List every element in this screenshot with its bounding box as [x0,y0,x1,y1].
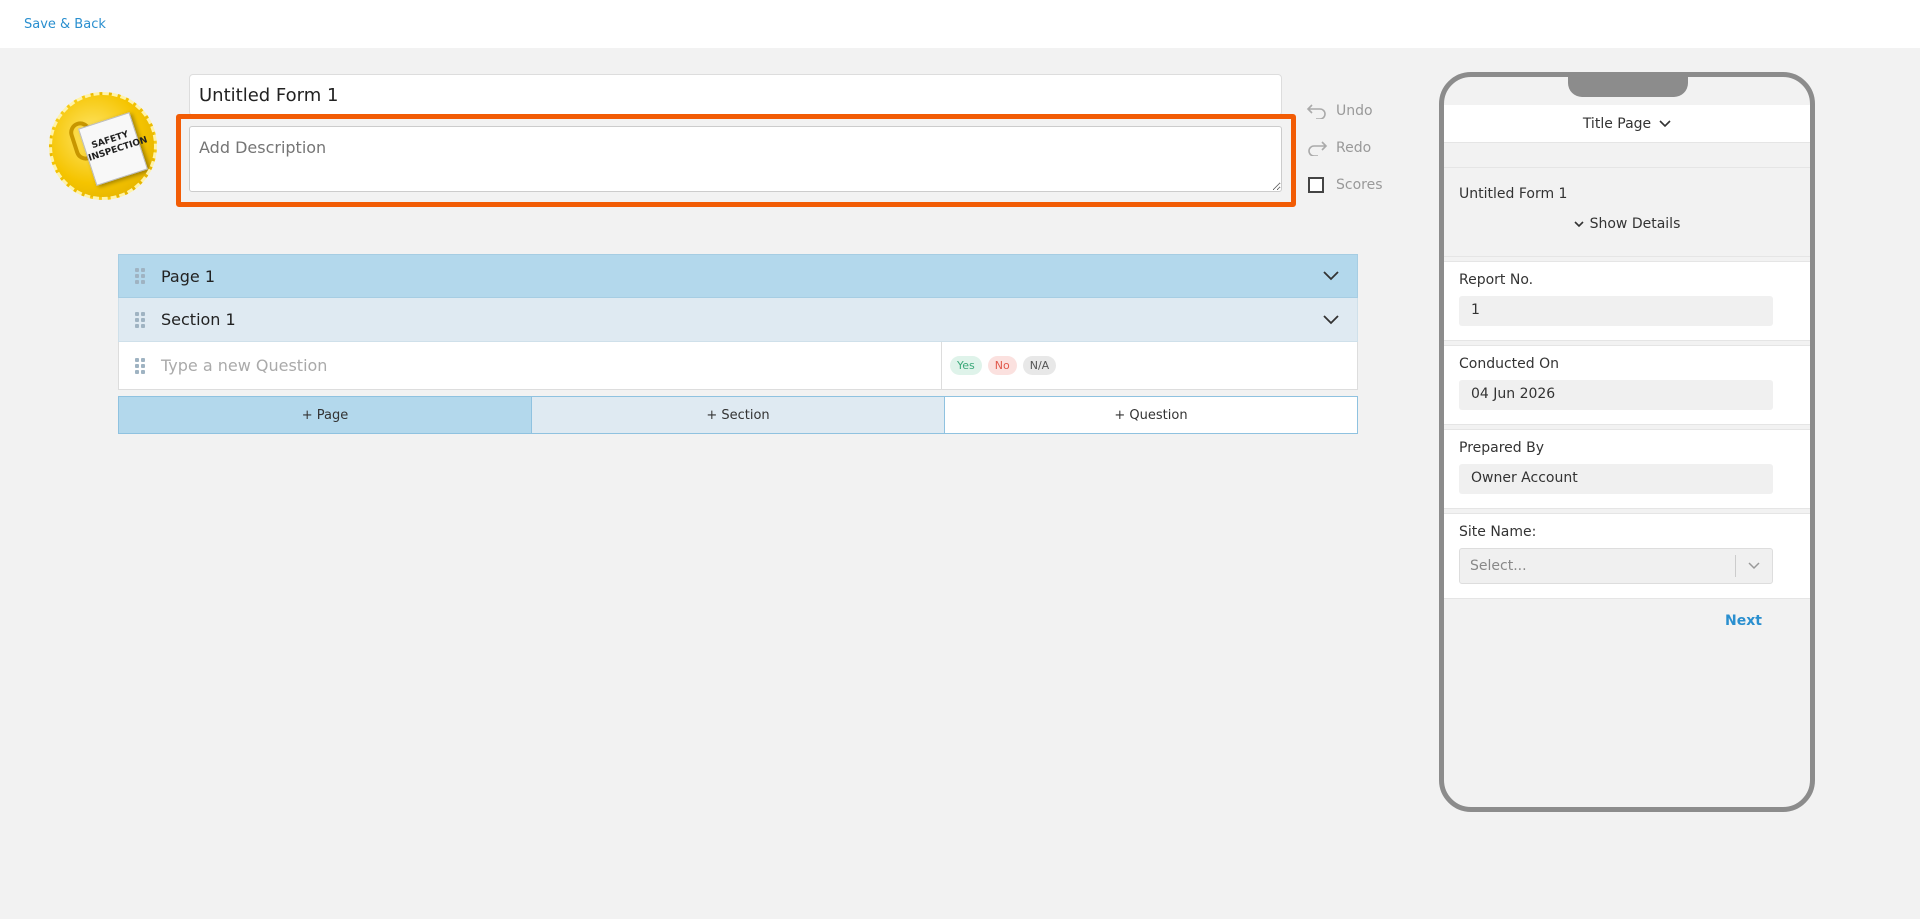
add-question-button[interactable]: + Question [944,397,1357,433]
conducted-on-label: Conducted On [1459,356,1560,372]
report-no-card: Report No. 1 [1444,261,1810,341]
prepared-by-card: Prepared By Owner Account [1444,429,1810,509]
scores-checkbox[interactable] [1308,176,1324,193]
prepared-by-field[interactable]: Owner Account [1459,464,1773,494]
redo-icon [1308,140,1328,156]
description-input[interactable] [189,126,1282,192]
drag-handle-icon[interactable] [135,268,145,284]
page-label[interactable]: Page 1 [161,267,1323,286]
prepared-by-label: Prepared By [1459,440,1545,456]
top-bar: Save & Back [0,0,1920,48]
preview-form-title: Untitled Form 1 [1459,186,1568,202]
redo-label: Redo [1336,139,1372,156]
site-name-label: Site Name: [1459,524,1537,540]
side-actions: Undo Redo Scores [1306,92,1383,203]
chevron-down-icon [1574,220,1584,227]
section-row[interactable]: Section 1 [118,298,1358,342]
preview-page-selector[interactable]: Title Page [1444,105,1810,143]
redo-button[interactable]: Redo [1306,129,1383,166]
conducted-on-card: Conducted On 04 Jun 2026 [1444,345,1810,425]
mobile-preview: Title Page Untitled Form 1 Show Details … [1439,72,1815,812]
chevron-down-icon [1659,119,1671,127]
drag-handle-icon[interactable] [135,311,145,328]
undo-icon [1306,103,1326,119]
save-back-link[interactable]: Save & Back [24,17,106,32]
form-title-input[interactable]: Untitled Form 1 [189,74,1282,116]
section-label[interactable]: Section 1 [161,310,1323,329]
preview-title-card: Untitled Form 1 Show Details [1444,167,1810,257]
form-logo[interactable]: SAFETY INSPECTION [49,92,157,200]
answer-na-badge: N/A [1022,356,1057,375]
phone-notch [1568,77,1688,97]
scores-toggle[interactable]: Scores [1306,166,1383,203]
show-details-toggle[interactable]: Show Details [1459,216,1795,232]
preview-page-title: Title Page [1582,115,1652,132]
preview-next-button[interactable]: Next [1725,613,1762,629]
show-details-label: Show Details [1589,216,1681,232]
response-set[interactable]: Yes No N/A [941,341,1357,390]
page-row[interactable]: Page 1 [118,254,1358,298]
report-no-label: Report No. [1459,272,1534,288]
logo-paper: SAFETY INSPECTION [78,112,149,186]
site-name-placeholder: Select... [1470,558,1527,574]
form-builder: Page 1 Section 1 Type a new Question Yes… [118,254,1358,434]
add-page-button[interactable]: + Page [119,397,531,433]
add-section-button[interactable]: + Section [531,397,944,433]
undo-button[interactable]: Undo [1306,92,1383,129]
drag-handle-icon[interactable] [135,357,145,374]
undo-label: Undo [1336,102,1373,119]
question-row: Type a new Question Yes No N/A [118,341,1358,390]
answer-no-badge: No [987,356,1017,375]
chevron-down-icon [1736,562,1772,570]
conducted-on-field[interactable]: 04 Jun 2026 [1459,380,1773,410]
add-bar: + Page + Section + Question [118,396,1358,434]
question-input[interactable]: Type a new Question [161,356,941,375]
scores-label: Scores [1336,176,1383,193]
chevron-down-icon[interactable] [1323,314,1339,325]
chevron-down-icon[interactable] [1323,271,1339,281]
site-name-card: Site Name: Select... [1444,513,1810,599]
site-name-select[interactable]: Select... [1459,548,1773,584]
answer-yes-badge: Yes [950,356,982,375]
report-no-field[interactable]: 1 [1459,296,1773,326]
